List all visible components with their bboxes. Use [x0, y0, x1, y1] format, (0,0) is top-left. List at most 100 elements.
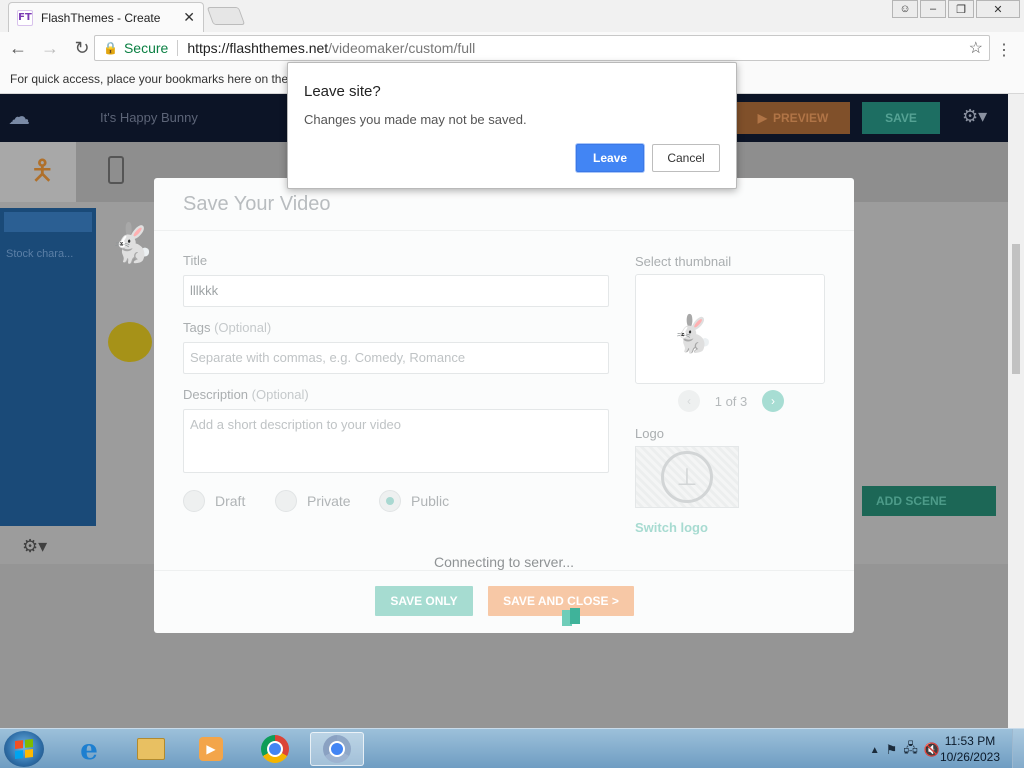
cancel-button[interactable]: Cancel [652, 144, 720, 172]
status-text: Connecting to server... [433, 554, 575, 570]
radio-draft[interactable]: Draft [183, 490, 245, 512]
switch-logo-link[interactable]: Switch logo [635, 520, 708, 535]
logo-label: Logo [635, 426, 664, 441]
preview-label: PREVIEW [772, 111, 829, 125]
radio-private[interactable]: Private [275, 490, 351, 512]
window-close-button[interactable]: ✕ [976, 0, 1020, 18]
divider [154, 570, 854, 571]
windows-logo-icon [15, 739, 33, 759]
logo-preview: ⊥ [635, 446, 739, 508]
description-label: Description (Optional) [183, 387, 309, 402]
taskbar-clock[interactable]: 11:53 PM 10/26/2023 [940, 733, 1000, 765]
bookmark-star-icon[interactable]: ☆ [969, 38, 983, 58]
show-desktop-button[interactable] [1012, 729, 1024, 768]
user-icon[interactable]: ☺ [892, 0, 918, 18]
thumbnail-page-indicator: 1 of 3 [714, 393, 748, 409]
bunny-thumbnail-icon: 🐇 [670, 313, 715, 354]
chrome-icon[interactable] [248, 732, 302, 766]
phone-icon[interactable] [108, 156, 124, 184]
leave-button[interactable]: Leave [576, 144, 644, 172]
lock-icon: 🔒 [103, 41, 118, 55]
radio-public[interactable]: Public [379, 490, 449, 512]
thumbnail-pager: ‹ 1 of 3 › [678, 390, 784, 412]
stamp-icon: ⊥ [661, 451, 713, 503]
clock-date: 10/26/2023 [939, 750, 1000, 764]
clock-time: 11:53 PM [944, 734, 996, 748]
forward-icon[interactable]: → [36, 38, 64, 59]
system-tray: ▲ ⚑ 🖧 🔇 [870, 739, 940, 761]
tags-optional: (Optional) [214, 320, 272, 335]
thumbnail-preview: 🐇 [635, 274, 825, 384]
leave-site-dialog: Leave site? Changes you made may not be … [287, 62, 737, 189]
chick-character-thumbnail[interactable] [108, 322, 152, 362]
divider [154, 230, 854, 231]
radio-dot-selected[interactable] [379, 490, 401, 512]
url-host: https://flashthemes.net [187, 40, 329, 56]
favicon-icon: FT [17, 9, 33, 26]
modal-title: Save Your Video [183, 193, 331, 215]
tags-label-text: Tags [183, 320, 211, 335]
description-textarea[interactable]: Add a short description to your video [183, 409, 609, 473]
show-hidden-icons-icon[interactable]: ▲ [870, 745, 880, 756]
next-thumbnail-button[interactable]: › [762, 390, 784, 412]
minimize-button[interactable]: – [920, 0, 946, 18]
internet-explorer-icon[interactable]: e [62, 732, 116, 766]
add-scene-button[interactable]: ADD SCENE [862, 486, 996, 516]
browser-tab[interactable]: FT FlashThemes - Create ✕ [8, 2, 204, 32]
browser-toolbar: ← → ↻ 🔒 Secure https://flashthemes.net/v… [0, 32, 1024, 64]
settings-gear-icon[interactable]: ⚙▾ [962, 106, 987, 127]
category-item[interactable]: Stock chara... [6, 248, 73, 260]
loading-spinner-icon [562, 608, 580, 628]
scrollbar-thumb[interactable] [1012, 244, 1020, 374]
tab-characters[interactable]: 🯅 [0, 142, 76, 202]
save-and-close-button[interactable]: SAVE AND CLOSE > [488, 586, 634, 616]
save-only-button[interactable]: SAVE ONLY [375, 586, 473, 616]
reload-icon[interactable]: ↻ [68, 38, 96, 59]
address-bar[interactable]: 🔒 Secure https://flashthemes.net/videoma… [94, 35, 990, 61]
action-center-flag-icon[interactable]: ⚑ [886, 742, 898, 758]
tags-input[interactable]: Separate with commas, e.g. Comedy, Roman… [183, 342, 609, 374]
tags-label: Tags (Optional) [183, 320, 271, 335]
preview-button[interactable]: ▶ PREVIEW [736, 102, 850, 134]
character-search[interactable] [4, 212, 92, 232]
tab-title: FlashThemes - Create [41, 10, 161, 25]
save-video-modal: Save Your Video Title lllkkk Tags (Optio… [154, 178, 854, 633]
restore-button[interactable]: ❐ [948, 0, 974, 18]
start-button[interactable] [4, 731, 44, 767]
file-explorer-icon[interactable] [124, 732, 178, 766]
radio-label: Public [411, 493, 450, 509]
bunny-character-thumbnail[interactable]: 🐇 [108, 222, 155, 266]
media-player-icon[interactable]: ▶ [184, 732, 238, 766]
url-path: /videomaker/custom/full [328, 40, 476, 56]
volume-muted-icon[interactable]: 🔇 [924, 742, 940, 758]
new-tab-button[interactable] [206, 7, 246, 25]
radio-label: Private [307, 493, 351, 509]
person-icon: 🯅 [30, 155, 55, 186]
header-save-button[interactable]: SAVE [862, 102, 940, 134]
radio-dot[interactable] [275, 490, 297, 512]
timeline-gear-icon[interactable]: ⚙▾ [22, 536, 47, 557]
page-scrollbar[interactable] [1008, 94, 1024, 728]
radio-label: Draft [215, 493, 246, 509]
chrome-active-window-icon[interactable] [310, 732, 364, 766]
network-icon[interactable]: 🖧 [903, 739, 918, 761]
thumbnail-label: Select thumbnail [635, 254, 732, 269]
taskbar: e ▶ ▲ ⚑ 🖧 🔇 11:53 PM 10/26/2023 [0, 728, 1024, 768]
radio-dot[interactable] [183, 490, 205, 512]
description-optional: (Optional) [251, 387, 309, 402]
secure-label: Secure [123, 40, 169, 56]
back-icon[interactable]: ← [4, 38, 32, 59]
play-icon: ▶ [757, 111, 767, 125]
title-input[interactable]: lllkkk [183, 275, 609, 307]
description-label-text: Description [183, 387, 249, 402]
window-controls: ☺ – ❐ ✕ [892, 0, 1020, 18]
dialog-title: Leave site? [304, 83, 381, 100]
title-label: Title [183, 253, 208, 268]
dialog-message: Changes you made may not be saved. [304, 112, 527, 127]
browser-menu-icon[interactable]: ⋮ [996, 40, 1012, 60]
cloud-upload-icon[interactable]: ☁ [8, 104, 38, 130]
close-icon[interactable]: ✕ [183, 9, 195, 26]
prev-thumbnail-button[interactable]: ‹ [678, 390, 700, 412]
tab-bar: FT FlashThemes - Create ✕ ☺ – ❐ ✕ [0, 0, 1024, 32]
divider [177, 40, 179, 56]
